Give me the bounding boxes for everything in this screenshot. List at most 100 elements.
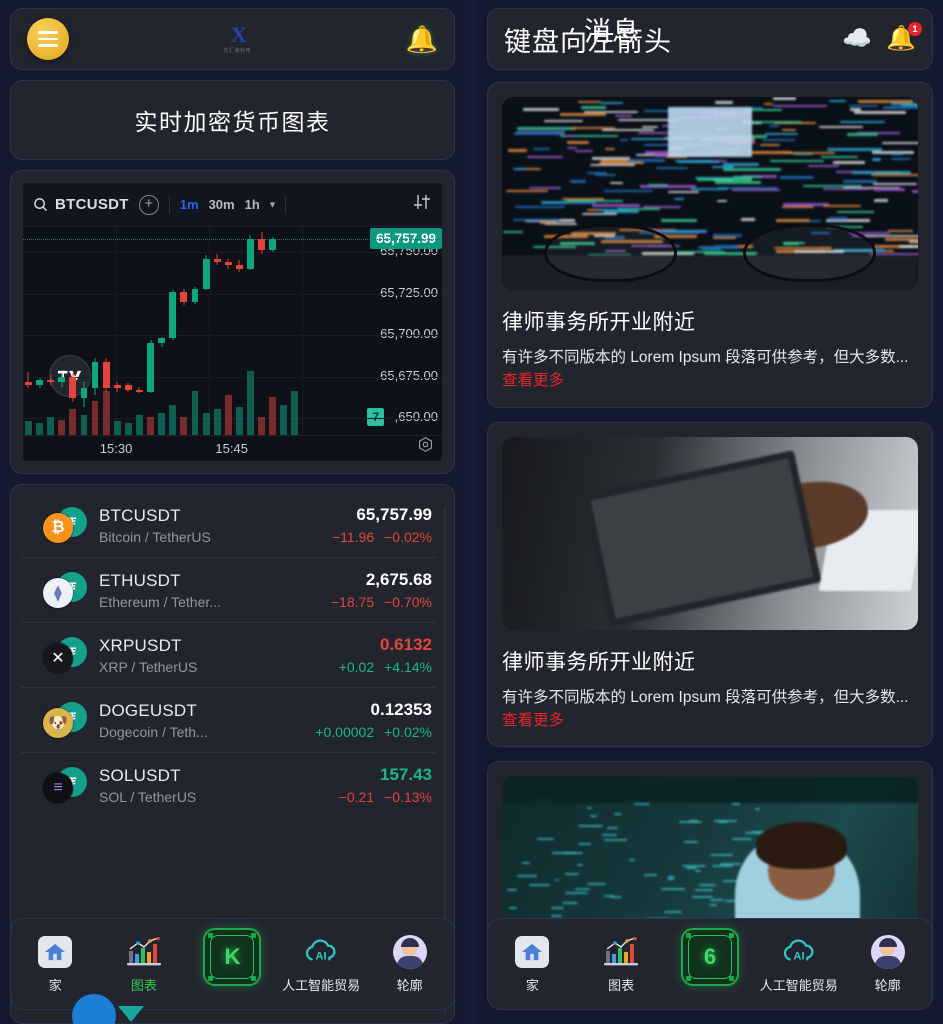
svg-text:AI: AI [316,950,327,962]
watchlist-change: +0.02 +4.14% [339,659,432,675]
candlestick [225,227,232,435]
news-image-pos-terminal [502,437,918,630]
coin-icons: ₮✕ [43,637,87,673]
right-panel: 键盘向左箭头 消息 ☁️ 🔔 1 律师事务所开业附近 有许多不同版本的 Lore… [477,0,943,1024]
page-title: 实时加密货币图表 [21,103,444,137]
nav-item-bar-chart[interactable]: 图表 [100,935,188,994]
watchlist-description: XRP / TetherUS [99,659,327,675]
news-card-1[interactable]: 律师事务所开业附近 有许多不同版本的 Lorem Ipsum 段落可供参考，但大… [487,82,933,408]
nav-item-bar-chart[interactable]: 图表 [577,935,665,994]
watchlist-change: −0.21 −0.13% [339,789,432,805]
candlestick-chart[interactable]: 65,750.00 65,725.00 65,700.00 65,675.00,650… [23,227,442,461]
candlestick [192,227,199,435]
cloud-icon[interactable]: ☁️ [842,27,872,51]
chip-icon[interactable]: 6 [681,928,739,986]
news-image-code-screens [502,97,918,290]
candlestick [203,227,210,435]
nav-item-avatar[interactable]: 轮廓 [844,935,932,994]
chart-toolbar: BTCUSDT + 1m 30m 1h ▾ [23,183,442,227]
chip-label: K [210,935,254,979]
news-body-text: 有许多不同版本的 Lorem Ipsum 段落可供参考，但大多数... [502,689,908,706]
left-content: 实时加密货币图表 BTCUSDT + 1m 30m 1h ▾ 65,750.00… [10,70,455,1024]
avatar-icon [393,935,427,969]
ai-cloud-icon: AI [303,939,339,965]
coin-icons: ₮≡ [43,767,87,803]
nav-item-label: 家 [526,975,539,994]
news-body: 有许多不同版本的 Lorem Ipsum 段落可供参考，但大多数... 查看更多 [502,686,918,733]
candlestick [158,227,165,435]
brand-subtitle: 优汇海科传 [224,47,252,54]
nav-item-home[interactable]: 家 [11,935,99,994]
watchlist-row[interactable]: ₮✕ XRPUSDT XRP / TetherUS 0.6132 +0.02+4.14% [21,623,436,688]
time-tick-label: 15:30 [100,441,133,456]
watchlist-description: Ethereum / Tether... [99,594,319,610]
interval-30m[interactable]: 30m [209,197,235,212]
hamburger-icon[interactable] [27,18,69,60]
watchlist-description: Bitcoin / TetherUS [99,529,320,545]
nav-item-label: 图表 [608,975,634,994]
news-card-2[interactable]: 律师事务所开业附近 有许多不同版本的 Lorem Ipsum 段落可供参考，但大… [487,422,933,748]
nav-item-chip[interactable]: 6 [666,942,754,986]
svg-text:AI: AI [793,950,804,962]
brand-mark: X [231,24,244,46]
watchlist-row[interactable]: ₮⧫ ETHUSDT Ethereum / Tether... 2,675.68 −18… [21,558,436,623]
watchlist-symbol: BTCUSDT [99,506,320,526]
panel-divider [465,0,477,1024]
watchlist-change: −18.75 −0.70% [331,594,432,610]
watchlist-row[interactable]: ₮🐶 DOGEUSDT Dogecoin / Teth... 0.12353 +0.00… [21,688,436,753]
tradingview-widget[interactable]: BTCUSDT + 1m 30m 1h ▾ 65,750.00 65,725.0… [23,183,442,461]
candlestick [236,227,243,435]
watchlist-row[interactable]: ₮≡ SOLUSDT SOL / TetherUS 157.43 −0.21−0.13% [21,753,436,817]
volume-bar [291,391,298,435]
price-tick-label: ,650.00 [395,409,438,424]
watchlist-row[interactable]: ₮₿ BTCUSDT Bitcoin / TetherUS 65,757.99 −11.… [21,493,436,558]
interval-1m[interactable]: 1m [180,197,199,212]
candlestick [147,227,154,435]
candlestick [81,227,88,435]
bottom-nav-right: 家 图表 6 AI 人工智能贸易 轮廓 [487,918,933,1010]
watchlist-symbol: ETHUSDT [99,571,319,591]
watchlist-symbol: XRPUSDT [99,636,327,656]
bell-icon[interactable]: 🔔 [406,26,438,52]
left-header: X 优汇海科传 🔔 [10,8,455,70]
nav-item-label: 轮廓 [875,975,901,994]
read-more-link[interactable]: 查看更多 [502,712,564,729]
symbol-search[interactable]: BTCUSDT [33,196,129,213]
volume-bar [280,405,287,435]
ai-cloud-icon: AI [781,939,817,965]
news-list[interactable]: 律师事务所开业附近 有许多不同版本的 Lorem Ipsum 段落可供参考，但大… [487,70,933,1024]
plus-icon[interactable]: + [139,195,159,215]
watchlist-price: 0.6132 [339,635,432,655]
candlestick [36,227,43,435]
glasses-overlay [544,224,877,282]
news-body-text: 有许多不同版本的 Lorem Ipsum 段落可供参考，但大多数... [502,349,908,366]
nav-item-ai-cloud[interactable]: AI 人工智能贸易 [277,935,365,994]
candlestick [180,227,187,435]
search-icon [33,197,48,212]
price-tick-label: 65,725.00 [380,285,438,300]
avatar-icon [871,935,905,969]
chart-gridline [302,227,303,435]
watchlist-price: 157.43 [339,765,432,785]
nav-item-ai-cloud[interactable]: AI 人工智能贸易 [755,935,843,994]
floating-teal-triangle-icon[interactable] [118,1006,144,1022]
nav-item-home[interactable]: 家 [488,935,576,994]
candlestick [136,227,143,435]
bell-icon[interactable]: 🔔 1 [886,27,916,51]
interval-1h[interactable]: 1h [245,197,260,212]
chart-style-icon[interactable] [412,192,432,217]
nav-item-label: 轮廓 [397,975,423,994]
home-icon [38,936,72,968]
toolbar-divider-2 [285,196,286,214]
news-title: 律师事务所开业附近 [502,306,918,336]
read-more-link[interactable]: 查看更多 [502,372,564,389]
page-title-card: 实时加密货币图表 [10,80,455,160]
brand-logo: X 优汇海科传 [69,24,406,54]
chip-icon[interactable]: K [203,928,261,986]
time-axis: 15:30 15:45 [23,435,442,461]
nav-item-avatar[interactable]: 轮廓 [366,935,454,994]
settings-icon[interactable] [417,436,434,458]
watchlist-description: Dogecoin / Teth... [99,724,303,740]
nav-item-chip[interactable]: K [188,942,276,986]
chevron-down-icon[interactable]: ▾ [270,198,276,211]
